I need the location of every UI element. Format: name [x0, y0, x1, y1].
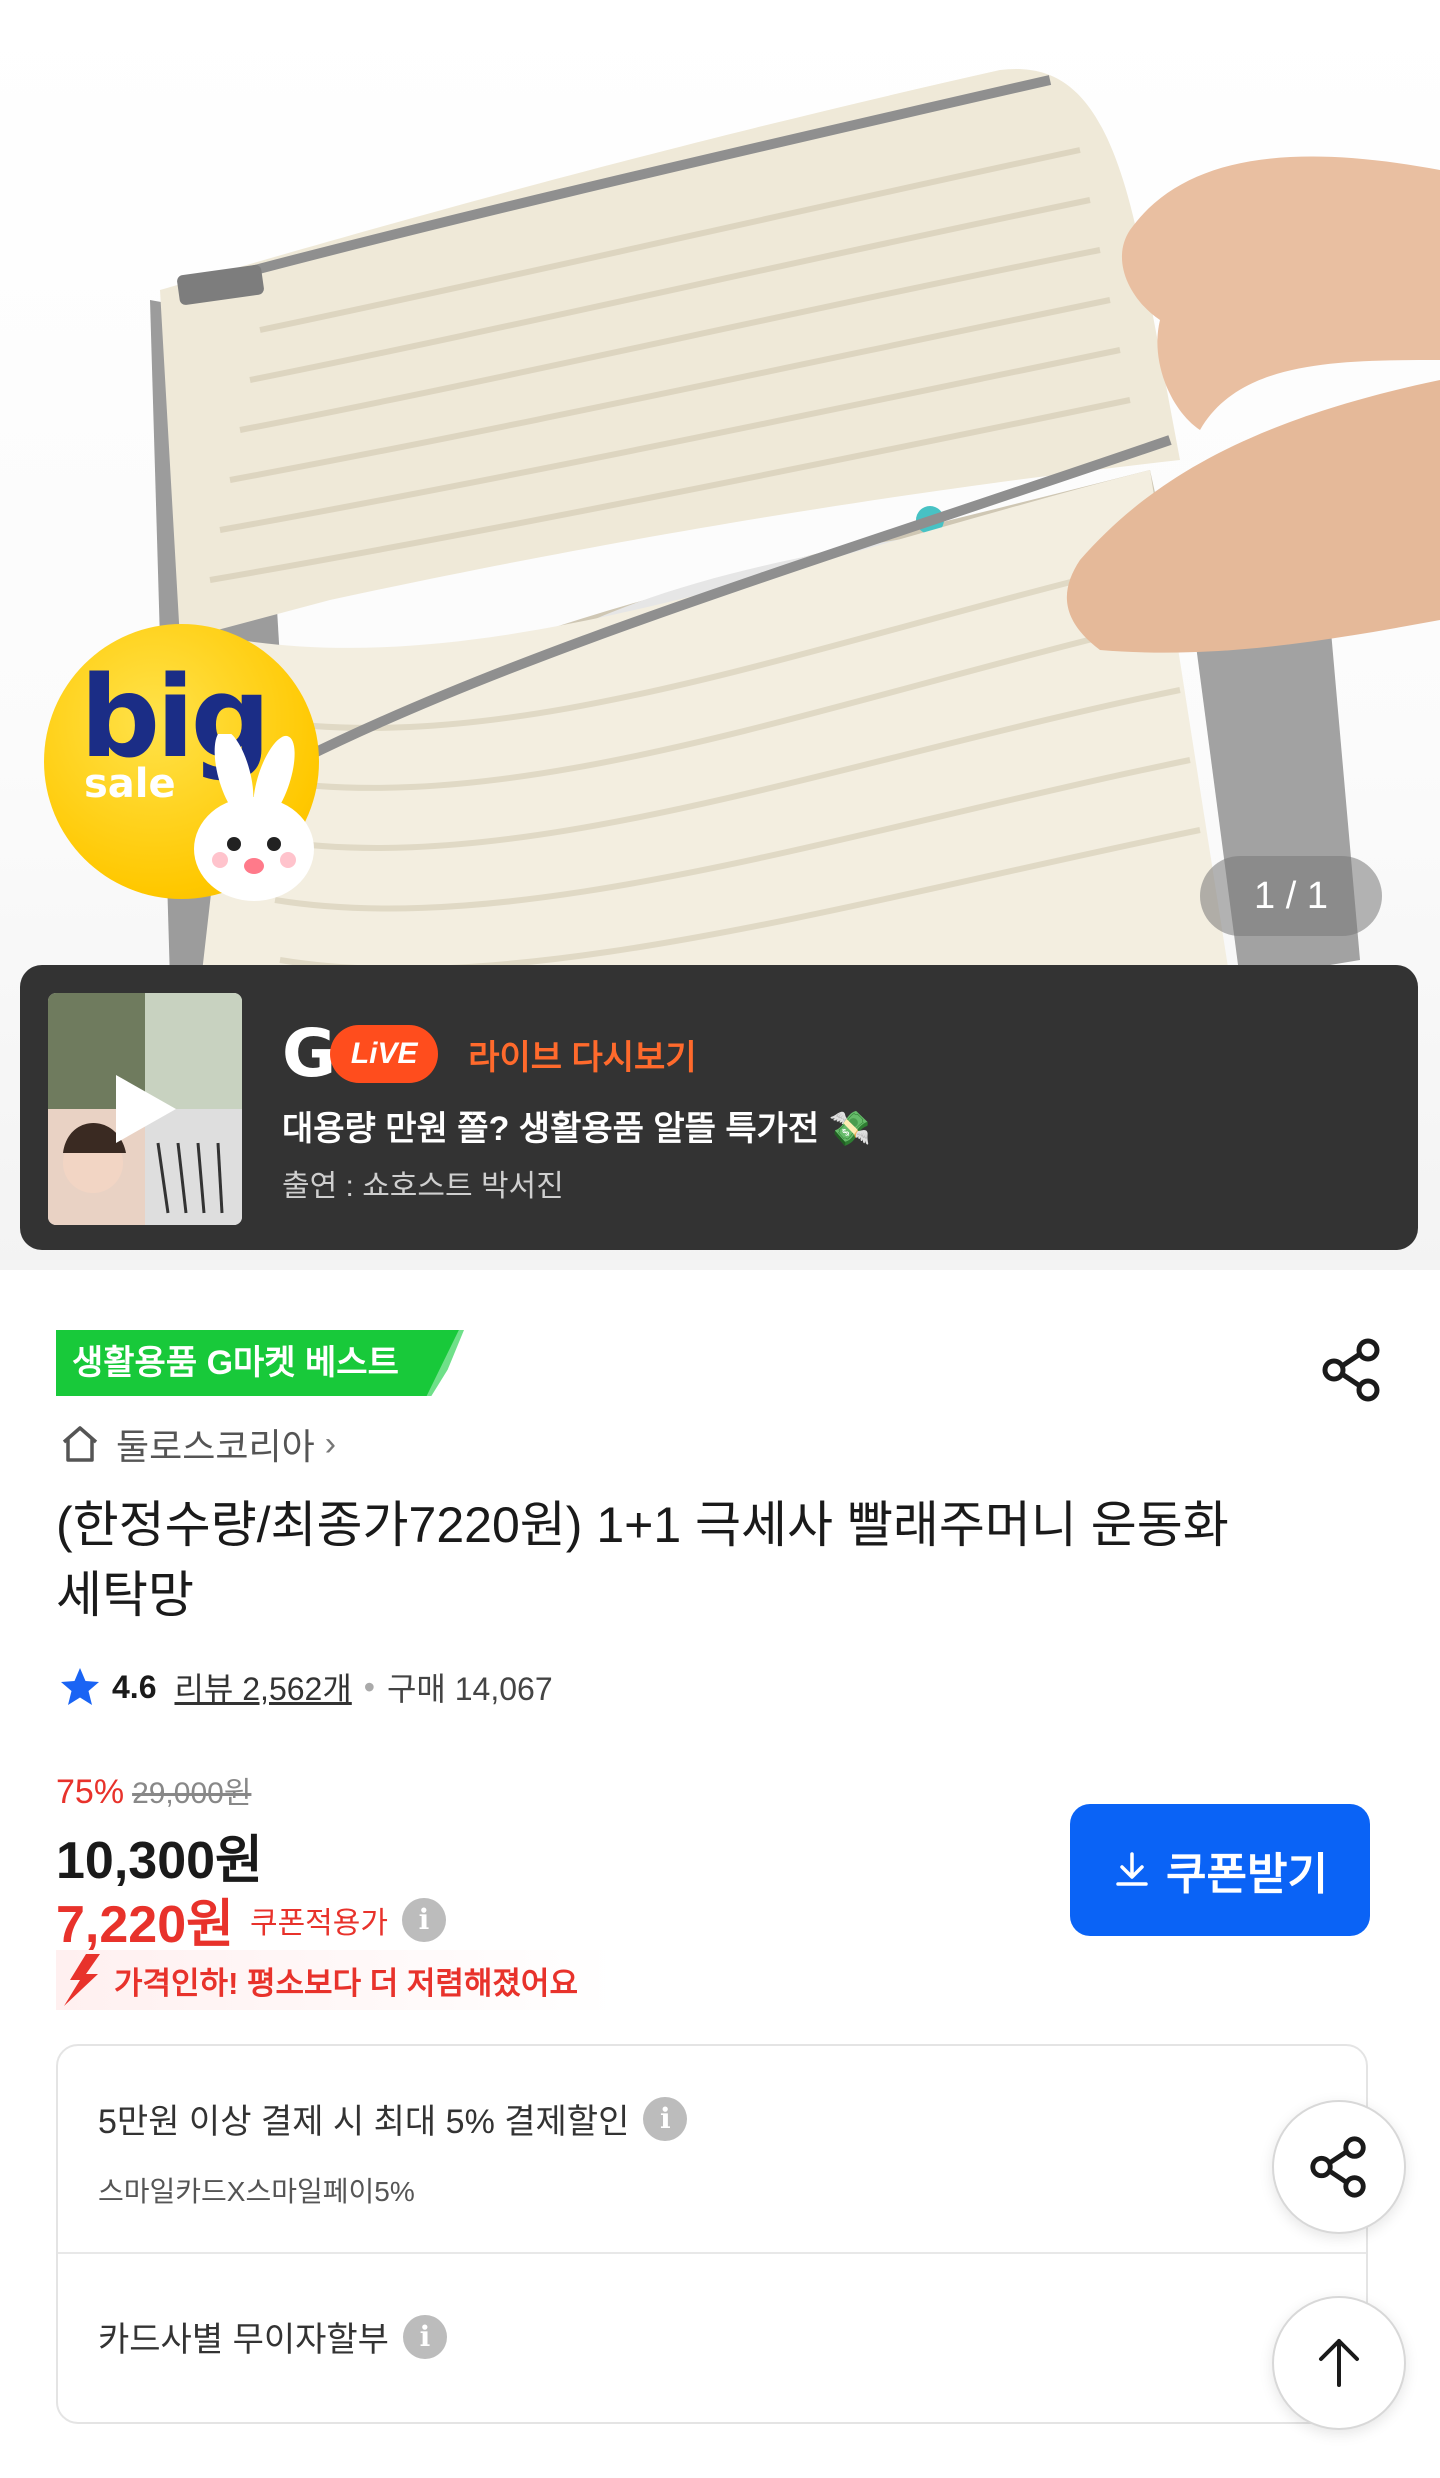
- payment-discount-text: 5만원 이상 결제 시 최대 5% 결제할인: [98, 2103, 630, 2141]
- download-icon: [1116, 1852, 1148, 1886]
- big-sale-badge: big sale: [44, 624, 319, 901]
- best-badge[interactable]: 생활용품 G마켓 베스트: [56, 1330, 459, 1396]
- info-icon[interactable]: i: [643, 2096, 688, 2141]
- play-icon: [116, 1075, 176, 1143]
- scroll-top-button[interactable]: [1272, 2296, 1406, 2430]
- product-image-gallery[interactable]: big sale 1 / 1 G LiVE 라이브 다시보기 대용량 만원 쫄?…: [0, 0, 1440, 1270]
- coupon-download-button[interactable]: 쿠폰받기: [1070, 1804, 1370, 1936]
- coupon-price: 7,220원: [56, 1896, 234, 1954]
- review-count-link[interactable]: 리뷰 2,562개: [174, 1664, 351, 1710]
- payment-card-text: 스마일카드X스마일페이5%: [98, 2176, 415, 2207]
- big-sale-subtext: sale: [84, 761, 176, 807]
- live-title: 대용량 만원 쫄? 생활용품 알뜰 특가전 💸: [282, 1110, 871, 1148]
- glive-live-pill: LiVE: [330, 1025, 439, 1083]
- seller-name: 둘로스코리아: [116, 1426, 315, 1467]
- share-icon: [1310, 2136, 1366, 2198]
- seller-link[interactable]: 둘로스코리아 ›: [58, 1418, 336, 1470]
- installment-row[interactable]: 카드사별 무이자할부 i: [58, 2254, 1366, 2424]
- bunny-icon: [194, 734, 314, 901]
- live-replay-banner[interactable]: G LiVE 라이브 다시보기 대용량 만원 쫄? 생활용품 알뜰 특가전 💸 …: [20, 965, 1418, 1250]
- rating-score: 4.6: [112, 1668, 157, 1705]
- coupon-price-label: 쿠폰적용가: [249, 1906, 388, 1940]
- price-drop-text: 가격인하! 평소보다 더 저렴해졌어요: [114, 1965, 578, 2001]
- coupon-price-row: 7,220원 쿠폰적용가 i: [56, 1882, 446, 1957]
- arrow-up-icon: [1319, 2339, 1359, 2387]
- original-price: 29,000원: [132, 1777, 252, 1810]
- discount-rate: 75%: [56, 1773, 125, 1811]
- purchase-count: 구매 14,067: [386, 1671, 553, 1707]
- price-down-arrow-icon: [64, 1954, 100, 2006]
- live-replay-label: 라이브 다시보기: [468, 1038, 697, 1077]
- payment-discount-main: 5만원 이상 결제 시 최대 5% 결제할인 i: [98, 2094, 688, 2143]
- coupon-button-label: 쿠폰받기: [1166, 1850, 1328, 1899]
- glive-logo: G LiVE 라이브 다시보기: [282, 1021, 697, 1087]
- glive-g: G: [282, 1015, 337, 1092]
- benefits-box: 5만원 이상 결제 시 최대 5% 결제할인 i 스마일카드X스마일페이5% 카…: [56, 2044, 1368, 2424]
- home-icon: [62, 1426, 98, 1462]
- image-page-indicator: 1 / 1: [1200, 856, 1382, 936]
- separator-dot: •: [363, 1668, 375, 1705]
- price-drop-notice: 가격인하! 평소보다 더 저렴해졌어요: [56, 1950, 616, 2010]
- live-thumbnail: [48, 993, 242, 1225]
- info-icon[interactable]: i: [402, 2314, 447, 2359]
- payment-discount-row[interactable]: 5만원 이상 결제 시 최대 5% 결제할인 i 스마일카드X스마일페이5%: [58, 2046, 1366, 2252]
- chevron-right-icon: ›: [324, 1424, 337, 1463]
- product-title: (한정수량/최종가7220원) 1+1 극세사 빨래주머니 운동화 세탁망: [56, 1497, 1229, 1623]
- rating-summary: 4.6 리뷰 2,562개 • 구매 14,067: [58, 1664, 553, 1710]
- star-icon: [61, 1668, 99, 1705]
- discount-info: 75% 29,000원: [56, 1768, 251, 1812]
- installment-text: 카드사별 무이자할부: [98, 2321, 389, 2359]
- floating-share-button[interactable]: [1272, 2100, 1406, 2234]
- share-icon[interactable]: [1318, 1336, 1386, 1404]
- installment-main: 카드사별 무이자할부 i: [98, 2312, 447, 2361]
- live-cast: 출연 : 쇼호스트 박서진: [282, 1170, 564, 1203]
- info-icon[interactable]: i: [401, 1897, 446, 1942]
